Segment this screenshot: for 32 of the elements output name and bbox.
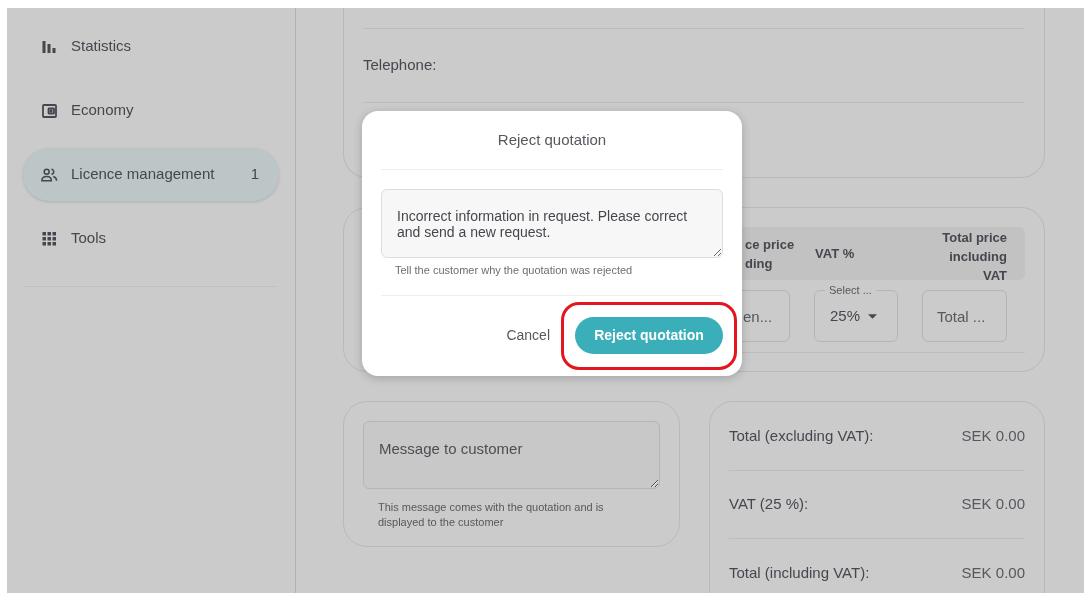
- column-header: VAT %: [815, 245, 856, 263]
- total-value: SEK 0.00: [961, 494, 1025, 515]
- total-label: Total (including VAT):: [729, 562, 870, 583]
- wallet-icon: [41, 102, 58, 119]
- cancel-button[interactable]: Cancel: [506, 325, 550, 347]
- sidebar-label: Economy: [71, 100, 134, 121]
- total-value: SEK 0.00: [961, 426, 1025, 447]
- sidebar-item[interactable]: Tools: [23, 212, 279, 265]
- caret-icon: [868, 313, 878, 319]
- telephone-label: Telephone:: [363, 55, 437, 76]
- sidebar-label: Tools: [71, 228, 107, 249]
- column-header: ce price ding: [745, 235, 796, 273]
- bar-chart-icon: [41, 38, 58, 55]
- sidebar-label: Statistics: [71, 36, 131, 57]
- reason-field[interactable]: Incorrect information in request. Please correct and send a new request.: [381, 189, 723, 258]
- total-value: SEK 0.00: [961, 562, 1025, 583]
- count-label: 1: [250, 164, 259, 185]
- message-field[interactable]: Message to customer: [363, 421, 660, 489]
- grid-icon: [41, 230, 58, 247]
- sidebar-item[interactable]: Licence management 1: [23, 148, 279, 201]
- sidebar-label: Licence management: [71, 164, 215, 185]
- select-value: 25%: [830, 305, 861, 326]
- helper-text: Tell the customer why the quotation was rejected: [394, 263, 634, 278]
- input-field[interactable]: Total ...: [922, 290, 1007, 342]
- people-icon: [41, 166, 58, 183]
- sidebar-item[interactable]: Economy: [23, 84, 279, 137]
- total-label: VAT (25 %):: [729, 494, 809, 515]
- helper-text: This message comes with the quotation and is displayed to the customer: [377, 500, 605, 530]
- sidebar-item[interactable]: Statistics: [23, 20, 279, 73]
- column-header: Total price including VAT: [941, 229, 1007, 285]
- total-label: Total (excluding VAT):: [729, 426, 874, 447]
- dialog-title: Reject quotation: [497, 129, 607, 150]
